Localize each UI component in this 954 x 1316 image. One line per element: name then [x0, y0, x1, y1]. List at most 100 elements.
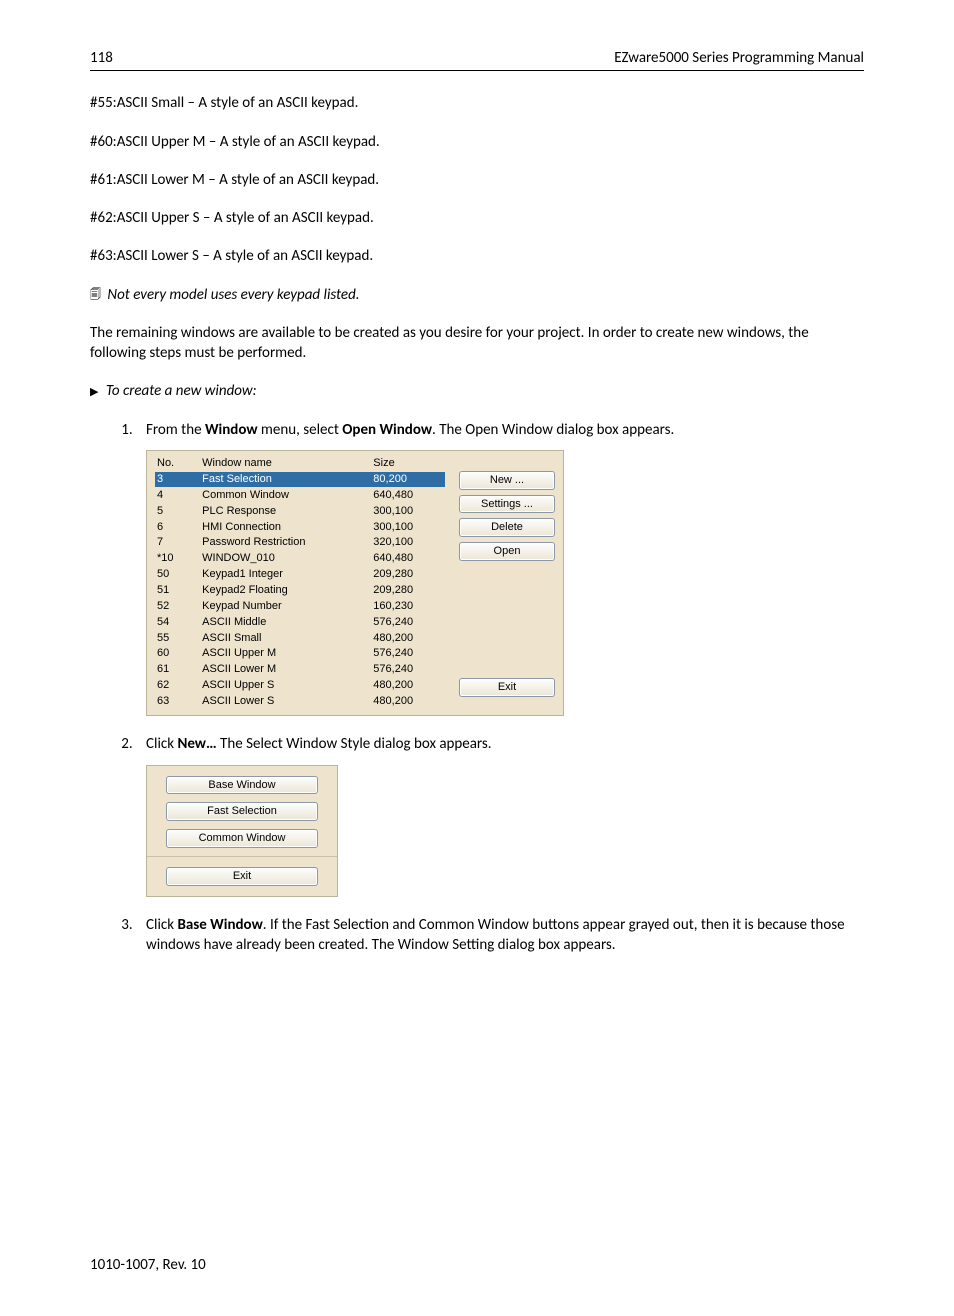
- cell-name: ASCII Lower S: [200, 693, 371, 709]
- cell-size: 480,200: [371, 630, 445, 646]
- table-row[interactable]: 4Common Window640,480: [155, 487, 445, 503]
- table-row[interactable]: 5PLC Response300,100: [155, 503, 445, 519]
- select-style-dialog: Base Window Fast Selection Common Window…: [146, 765, 338, 897]
- note-text: Not every model uses every keypad listed…: [107, 286, 359, 304]
- cell-no: 4: [155, 487, 200, 503]
- delete-button[interactable]: Delete: [459, 518, 555, 537]
- step-2: Click New… The Select Window Style dialo…: [136, 734, 864, 897]
- cell-name: PLC Response: [200, 503, 371, 519]
- col-name: Window name: [200, 455, 371, 472]
- table-row[interactable]: 51Keypad2 Floating209,280: [155, 583, 445, 599]
- table-row[interactable]: 61ASCII Lower M576,240: [155, 662, 445, 678]
- cell-name: Keypad Number: [200, 598, 371, 614]
- procedure-heading: ▶ To create a new window:: [90, 381, 864, 401]
- open-button[interactable]: Open: [459, 542, 555, 561]
- cell-name: ASCII Upper S: [200, 678, 371, 694]
- cell-name: Password Restriction: [200, 535, 371, 551]
- cell-no: 50: [155, 567, 200, 583]
- cell-name: Keypad2 Floating: [200, 583, 371, 599]
- cell-no: 54: [155, 614, 200, 630]
- settings-button[interactable]: Settings ...: [459, 495, 555, 514]
- cell-no: 51: [155, 583, 200, 599]
- step-bold: Open Window: [342, 421, 432, 439]
- cell-size: 160,230: [371, 598, 445, 614]
- cell-size: 480,200: [371, 678, 445, 694]
- step-text: Click: [146, 735, 177, 753]
- open-window-dialog: No. Window name Size 3Fast Selection80,2…: [146, 450, 564, 717]
- step-3: Click Base Window. If the Fast Selection…: [136, 915, 864, 956]
- arrow-icon: ▶: [90, 385, 98, 398]
- cell-name: Fast Selection: [200, 472, 371, 488]
- cell-name: Common Window: [200, 487, 371, 503]
- page-header: 118 EZware5000 Series Programming Manual: [90, 48, 864, 71]
- exit-button[interactable]: Exit: [166, 867, 318, 886]
- cell-no: 60: [155, 646, 200, 662]
- table-row[interactable]: 63ASCII Lower S480,200: [155, 693, 445, 709]
- table-row[interactable]: 52Keypad Number160,230: [155, 598, 445, 614]
- table-row[interactable]: 54ASCII Middle576,240: [155, 614, 445, 630]
- window-list[interactable]: No. Window name Size 3Fast Selection80,2…: [155, 455, 459, 710]
- cell-name: WINDOW_010: [200, 551, 371, 567]
- table-row[interactable]: 55ASCII Small480,200: [155, 630, 445, 646]
- body-paragraph: #60:ASCII Upper M – A style of an ASCII …: [90, 132, 864, 152]
- separator: [147, 856, 337, 857]
- cell-no: 5: [155, 503, 200, 519]
- cell-size: 576,240: [371, 662, 445, 678]
- step-bold: Base Window: [177, 916, 262, 934]
- cell-name: ASCII Middle: [200, 614, 371, 630]
- cell-name: HMI Connection: [200, 519, 371, 535]
- col-no: No.: [155, 455, 200, 472]
- cell-size: 320,100: [371, 535, 445, 551]
- body-paragraph: #63:ASCII Lower S – A style of an ASCII …: [90, 246, 864, 266]
- cell-size: 209,280: [371, 567, 445, 583]
- cell-no: 52: [155, 598, 200, 614]
- cell-no: 3: [155, 472, 200, 488]
- manual-title: EZware5000 Series Programming Manual: [614, 48, 864, 68]
- procedure-text: To create a new window:: [106, 382, 257, 400]
- cell-no: 62: [155, 678, 200, 694]
- table-row[interactable]: *10WINDOW_010640,480: [155, 551, 445, 567]
- note-paragraph: 🗐 Not every model uses every keypad list…: [90, 285, 864, 305]
- cell-no: *10: [155, 551, 200, 567]
- note-icon: 🗐: [90, 288, 101, 301]
- table-row[interactable]: 50Keypad1 Integer209,280: [155, 567, 445, 583]
- cell-no: 7: [155, 535, 200, 551]
- table-row[interactable]: 7Password Restriction320,100: [155, 535, 445, 551]
- dialog-button-column: New ... Settings ... Delete Open Exit: [459, 455, 555, 710]
- cell-name: ASCII Small: [200, 630, 371, 646]
- cell-no: 55: [155, 630, 200, 646]
- footer-rev: 1010-1007, Rev. 10: [90, 1255, 864, 1275]
- cell-no: 6: [155, 519, 200, 535]
- common-window-button[interactable]: Common Window: [166, 829, 318, 848]
- page-number: 118: [90, 48, 113, 68]
- step-text: The Select Window Style dialog box appea…: [217, 735, 492, 753]
- steps-list: From the Window menu, select Open Window…: [90, 420, 864, 956]
- step-text: From the: [146, 421, 205, 439]
- cell-size: 640,480: [371, 487, 445, 503]
- new-button[interactable]: New ...: [459, 471, 555, 490]
- fast-selection-button[interactable]: Fast Selection: [166, 802, 318, 821]
- exit-button[interactable]: Exit: [459, 678, 555, 697]
- cell-name: ASCII Lower M: [200, 662, 371, 678]
- cell-size: 80,200: [371, 472, 445, 488]
- table-row[interactable]: 60ASCII Upper M576,240: [155, 646, 445, 662]
- table-row[interactable]: 6HMI Connection300,100: [155, 519, 445, 535]
- table-row[interactable]: 3Fast Selection80,200: [155, 472, 445, 488]
- cell-size: 576,240: [371, 614, 445, 630]
- base-window-button[interactable]: Base Window: [166, 776, 318, 795]
- cell-size: 480,200: [371, 693, 445, 709]
- step-text: . The Open Window dialog box appears.: [432, 421, 674, 439]
- cell-no: 61: [155, 662, 200, 678]
- col-size: Size: [371, 455, 445, 472]
- cell-size: 300,100: [371, 519, 445, 535]
- cell-size: 576,240: [371, 646, 445, 662]
- cell-name: Keypad1 Integer: [200, 567, 371, 583]
- step-1: From the Window menu, select Open Window…: [136, 420, 864, 717]
- table-row[interactable]: 62ASCII Upper S480,200: [155, 678, 445, 694]
- cell-name: ASCII Upper M: [200, 646, 371, 662]
- step-bold: Window: [205, 421, 258, 439]
- cell-no: 63: [155, 693, 200, 709]
- step-text: Click: [146, 916, 177, 934]
- cell-size: 640,480: [371, 551, 445, 567]
- body-paragraph: #61:ASCII Lower M – A style of an ASCII …: [90, 170, 864, 190]
